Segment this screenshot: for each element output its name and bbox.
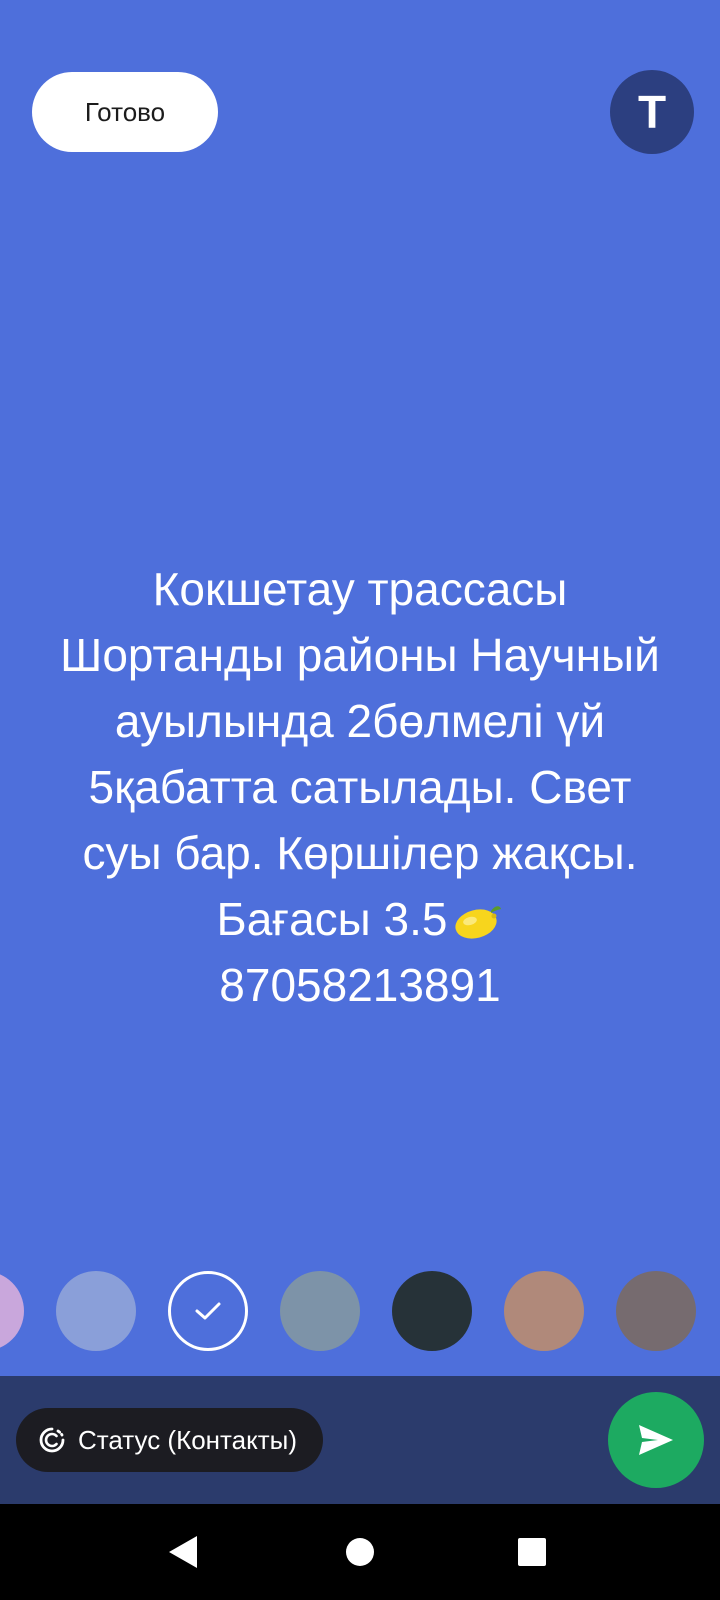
privacy-status-icon xyxy=(39,1427,65,1453)
color-swatch-charcoal[interactable] xyxy=(392,1271,472,1351)
check-icon xyxy=(195,1302,221,1320)
send-icon xyxy=(639,1425,673,1455)
status-line-5: суы бар. Көршілер жақсы. xyxy=(82,827,638,879)
status-line-4: 5қабатта сатылады. Свет xyxy=(88,761,632,813)
status-privacy-button[interactable]: Статус (Контакты) xyxy=(16,1408,324,1472)
nav-home-button[interactable] xyxy=(334,1526,386,1578)
color-swatch-tan[interactable] xyxy=(504,1271,584,1351)
nav-back-button[interactable] xyxy=(158,1526,210,1578)
home-icon xyxy=(346,1538,374,1566)
system-navigation-bar xyxy=(0,1504,720,1600)
color-palette xyxy=(0,1271,720,1353)
status-line-1: Кокшетау трассасы xyxy=(152,563,568,615)
color-swatch-lavender[interactable] xyxy=(0,1271,24,1351)
done-button[interactable]: Готово xyxy=(32,72,218,152)
nav-recents-button[interactable] xyxy=(506,1526,558,1578)
color-swatch-blue-selected[interactable] xyxy=(168,1271,248,1351)
lemon-emoji-icon xyxy=(455,906,502,939)
status-line-3: ауылында 2бөлмелі үй xyxy=(114,695,606,747)
composer-bar: Статус (Контакты) xyxy=(0,1376,720,1504)
back-icon xyxy=(169,1536,197,1568)
recents-icon xyxy=(518,1538,546,1566)
color-swatch-slate[interactable] xyxy=(280,1271,360,1351)
text-tool-button[interactable]: T xyxy=(610,70,694,154)
color-swatch-periwinkle[interactable] xyxy=(56,1271,136,1351)
status-line-2: Шортанды районы Научный xyxy=(60,629,660,681)
status-canvas[interactable]: Готово T Кокшетау трассасы Шортанды райо… xyxy=(0,0,720,1376)
status-text[interactable]: Кокшетау трассасы Шортанды районы Научны… xyxy=(20,556,700,1018)
status-line-6-wrap: Бағасы 3.5 xyxy=(20,886,700,952)
status-line-7: 87058213891 xyxy=(219,959,501,1011)
send-button[interactable] xyxy=(608,1392,704,1488)
status-line-6: Бағасы 3.5 xyxy=(216,893,448,945)
status-privacy-label: Статус (Контакты) xyxy=(78,1424,298,1455)
color-swatch-taupe[interactable] xyxy=(616,1271,696,1351)
